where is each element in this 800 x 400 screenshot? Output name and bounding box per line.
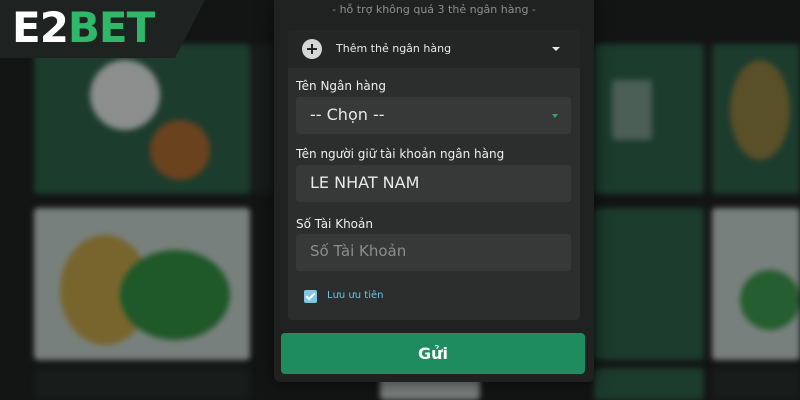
select-caret-icon	[552, 114, 558, 118]
add-bank-card-modal: - hỗ trợ không quá 3 thẻ ngân hàng - Thê…	[274, 0, 594, 382]
account-holder-value: LE NHAT NAM	[310, 173, 420, 192]
plus-circle-icon	[302, 39, 322, 59]
bank-name-select[interactable]: -- Chọn --	[296, 97, 571, 134]
bank-name-selected: -- Chọn --	[310, 105, 385, 124]
add-card-label: Thêm thẻ ngân hàng	[336, 42, 452, 55]
bank-card-form: Thêm thẻ ngân hàng Tên Ngân hàng -- Chọn…	[288, 30, 580, 320]
submit-button[interactable]: Gửi	[281, 333, 585, 374]
support-note: - hỗ trợ không quá 3 thẻ ngân hàng -	[332, 3, 536, 16]
account-holder-label: Tên người giữ tài khoản ngân hàng	[296, 147, 505, 161]
account-number-placeholder: Số Tài Khoản	[310, 242, 407, 260]
account-number-input[interactable]: Số Tài Khoản	[296, 234, 571, 271]
account-number-label: Số Tài Khoản	[296, 217, 373, 231]
bank-name-label: Tên Ngân hàng	[296, 79, 386, 93]
brand-logo-part1: E2	[12, 3, 69, 52]
brand-logo: E2BET	[0, 0, 205, 58]
brand-logo-part2: BET	[67, 3, 155, 52]
priority-checkbox-label[interactable]: Lưu ưu tiên	[327, 290, 383, 301]
caret-down-icon	[552, 47, 560, 51]
account-holder-input[interactable]: LE NHAT NAM	[296, 165, 571, 202]
priority-checkbox[interactable]	[304, 290, 317, 303]
add-card-header[interactable]: Thêm thẻ ngân hàng	[288, 30, 580, 68]
brand-logo-text: E2BET	[12, 3, 155, 53]
